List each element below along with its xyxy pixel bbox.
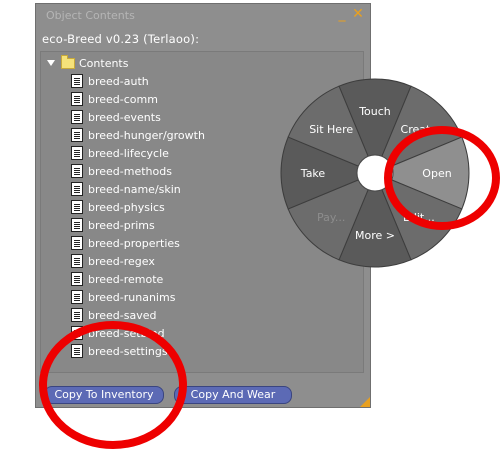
tree-item[interactable]: breed-prims bbox=[71, 216, 155, 234]
tree-item[interactable]: breed-comm bbox=[71, 90, 158, 108]
tree-item-label: breed-auth bbox=[88, 74, 149, 88]
pie-pay-label: Pay... bbox=[317, 211, 345, 224]
tree-item-label: breed-remote bbox=[88, 272, 164, 286]
minimize-icon[interactable]: _ bbox=[336, 6, 348, 22]
pie-edit-label: Edit... bbox=[403, 211, 435, 224]
tree-item-label: breed-physics bbox=[88, 200, 165, 214]
script-icon bbox=[71, 146, 83, 160]
tree-item-label: breed-setbind bbox=[88, 326, 165, 340]
tree-item[interactable]: breed-hunger/growth bbox=[71, 126, 205, 144]
tree-item[interactable]: breed-name/skin bbox=[71, 180, 181, 198]
tree-item[interactable]: breed-lifecycle bbox=[71, 144, 169, 162]
tree-item[interactable]: breed-physics bbox=[71, 198, 165, 216]
tree-item-label: breed-properties bbox=[88, 236, 180, 250]
pie-create-label: Create bbox=[401, 123, 438, 136]
pie-more-label: More > bbox=[355, 229, 395, 242]
tree-item-label: breed-lifecycle bbox=[88, 146, 169, 160]
script-icon bbox=[71, 272, 83, 286]
script-icon bbox=[71, 344, 83, 358]
script-icon bbox=[71, 182, 83, 196]
tree-item[interactable]: breed-auth bbox=[71, 72, 149, 90]
pie-menu: Touch Create Open Edit... More > Pay... Take Si… bbox=[280, 78, 470, 268]
tree-item-label: breed-runanims bbox=[88, 290, 176, 304]
tree-item[interactable]: breed-runanims bbox=[71, 288, 175, 306]
tree-item-label: breed-hunger/growth bbox=[88, 128, 205, 142]
script-icon bbox=[71, 308, 83, 322]
pie-touch-label: Touch bbox=[358, 105, 391, 118]
script-icon bbox=[71, 254, 83, 268]
window-title: Object Contents bbox=[46, 9, 135, 22]
pie-center bbox=[356, 154, 394, 192]
tree-item[interactable]: breed-settings bbox=[71, 342, 168, 360]
tree-item[interactable]: breed-saved bbox=[71, 306, 156, 324]
tree-item-label: breed-comm bbox=[88, 92, 158, 106]
expand-arrow-icon[interactable] bbox=[47, 59, 55, 67]
tree-item-label: breed-name/skin bbox=[88, 182, 181, 196]
copy-and-wear-button[interactable]: Copy And Wear bbox=[174, 386, 292, 404]
object-name-heading: eco-Breed v0.23 (Terlaoo): bbox=[42, 32, 200, 46]
script-icon bbox=[71, 200, 83, 214]
tree-item[interactable]: breed-remote bbox=[71, 270, 163, 288]
tree-item-label: breed-regex bbox=[88, 254, 155, 268]
copy-to-inventory-button[interactable]: Copy To Inventory bbox=[44, 386, 164, 404]
tree-item-label: breed-settings bbox=[88, 344, 168, 358]
tree-item[interactable]: breed-regex bbox=[71, 252, 155, 270]
script-icon bbox=[71, 218, 83, 232]
script-icon bbox=[71, 290, 83, 304]
tree-root-contents[interactable]: Contents bbox=[47, 54, 128, 72]
tree-item[interactable]: breed-setbind bbox=[71, 324, 165, 342]
script-icon bbox=[71, 110, 83, 124]
tree-item-label: breed-events bbox=[88, 110, 161, 124]
tree-item[interactable]: breed-properties bbox=[71, 234, 180, 252]
script-icon bbox=[71, 236, 83, 250]
pie-take-label: Take bbox=[300, 167, 326, 180]
folder-icon bbox=[61, 54, 75, 69]
tree-item-label: breed-methods bbox=[88, 164, 172, 178]
resize-handle-icon[interactable] bbox=[360, 397, 370, 407]
script-icon bbox=[71, 128, 83, 142]
close-icon[interactable]: ✕ bbox=[352, 6, 364, 22]
tree-item-label: breed-saved bbox=[88, 308, 157, 322]
script-icon bbox=[71, 164, 83, 178]
tree-root-label: Contents bbox=[79, 56, 129, 70]
pie-sit-here-label: Sit Here bbox=[309, 123, 353, 136]
script-icon bbox=[71, 74, 83, 88]
tree-item[interactable]: breed-methods bbox=[71, 162, 172, 180]
tree-item-label: breed-prims bbox=[88, 218, 155, 232]
pie-open-label: Open bbox=[422, 167, 451, 180]
tree-item[interactable]: breed-events bbox=[71, 108, 161, 126]
script-icon bbox=[71, 92, 83, 106]
title-bar[interactable]: Object Contents _ ✕ bbox=[36, 4, 370, 26]
script-icon bbox=[71, 326, 83, 340]
